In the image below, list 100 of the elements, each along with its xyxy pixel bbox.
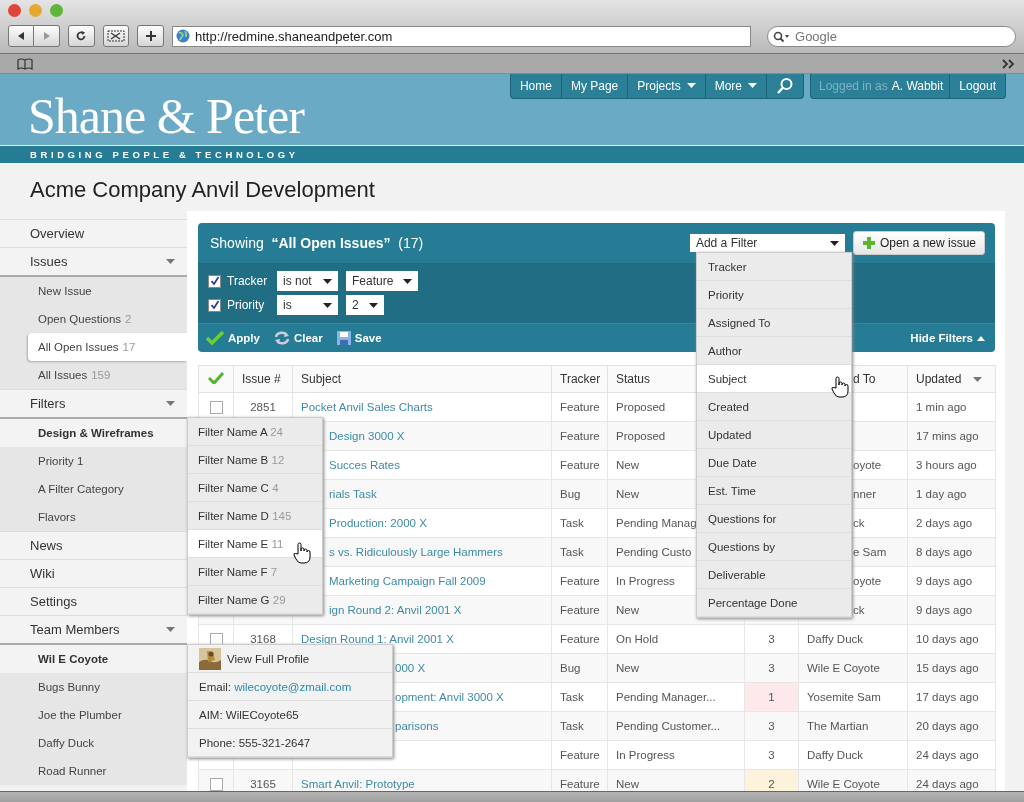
add-filter-menu-item[interactable]: Questions for	[697, 505, 851, 533]
table-cell: ck	[853, 604, 865, 616]
address-field[interactable]: http://redmine.shaneandpeter.com	[172, 25, 751, 47]
sidebar-subitem[interactable]: All Issues 159	[0, 361, 187, 389]
table-cell: 3165	[250, 778, 276, 790]
sidebar-subitem[interactable]: Wil E Coyote	[0, 645, 187, 673]
issue-link[interactable]: Production: 2000 X	[329, 517, 427, 529]
arrow-left-icon	[16, 31, 26, 41]
add-filter-menu-item[interactable]: Updated	[697, 421, 851, 449]
scissors-icon	[107, 30, 125, 42]
sidebar-subitem[interactable]: New Issue	[0, 277, 187, 305]
action-link[interactable]: Save	[336, 331, 382, 345]
table-cell: 2851	[250, 401, 276, 413]
table-cell: Yosemite Sam	[807, 691, 881, 703]
add-bookmark-button[interactable]	[137, 25, 164, 47]
table-cell: Daffy Duck	[807, 749, 864, 761]
checkbox[interactable]	[208, 274, 221, 288]
sidebar-subitem[interactable]: A Filter Category	[0, 475, 187, 503]
table-cell: 3	[768, 633, 775, 645]
issue-link[interactable]: opment: Anvil 3000 X	[395, 691, 504, 703]
operator-select[interactable]: is not	[277, 271, 338, 291]
email-link[interactable]: wilecoyote@zmail.com	[234, 680, 352, 693]
table-cell: Task	[560, 691, 584, 703]
filter-menu-item[interactable]: Filter Name A 24	[188, 418, 322, 446]
filter-label: Tracker	[227, 274, 269, 288]
add-filter-menu-item[interactable]: Tracker	[697, 253, 851, 281]
check-icon[interactable]	[208, 372, 224, 384]
add-filter-menu-item[interactable]: Due Date	[697, 449, 851, 477]
table-cell: 20 days ago	[916, 720, 979, 732]
nav-link[interactable]: Home	[510, 74, 562, 98]
checkbox[interactable]	[209, 400, 223, 414]
issue-link[interactable]: parisons	[395, 720, 439, 732]
table-cell: Pending Customer...	[616, 720, 721, 732]
issue-link[interactable]: Design 3000 X	[329, 430, 405, 442]
sidebar-subitem[interactable]: Open Questions 2	[0, 305, 187, 333]
view-profile-link[interactable]: View Full Profile	[227, 652, 310, 665]
issue-link[interactable]: 000 X	[395, 662, 426, 674]
sidebar-subitem[interactable]: Flavors	[0, 503, 187, 531]
table-cell: 24 days ago	[916, 749, 979, 761]
filter-menu-item[interactable]: Filter Name E 11	[188, 530, 322, 558]
add-filter-menu-item[interactable]: Assigned To	[697, 309, 851, 337]
value-select[interactable]: Feature	[346, 271, 419, 291]
nav-link[interactable]: My Page	[561, 74, 629, 98]
logout-link[interactable]: Logout	[950, 74, 1005, 98]
new-issue-button[interactable]: Open a new issue	[852, 231, 985, 255]
search-field[interactable]: Google	[767, 25, 1016, 47]
overflow-chevron-icon[interactable]	[1002, 58, 1016, 69]
action-link[interactable]: Clear	[273, 331, 323, 345]
filter-menu-item[interactable]: Filter Name C 4	[188, 474, 322, 502]
column-header[interactable]: d To	[853, 372, 876, 386]
sidebar-subitem[interactable]: Design & Wireframes	[0, 419, 187, 447]
add-filter-menu-item[interactable]: Percentage Done	[697, 589, 851, 617]
operator-select[interactable]: is	[277, 295, 338, 315]
snip-button[interactable]	[102, 25, 130, 47]
action-link[interactable]: Apply	[206, 331, 260, 345]
sidebar-subitem[interactable]: Bugs Bunny	[0, 673, 187, 701]
table-cell: 3	[768, 662, 775, 674]
table-cell: Proposed	[616, 401, 666, 413]
hide-filters-link[interactable]: Hide Filters	[910, 332, 985, 344]
add-filter-menu-item[interactable]: Questions by	[697, 533, 851, 561]
sidebar-subitem[interactable]: Daffy Duck	[0, 729, 187, 757]
checkbox[interactable]	[209, 777, 223, 791]
table-cell: ck	[853, 517, 865, 529]
column-header[interactable]: Status	[616, 372, 651, 386]
nav-link[interactable]: Projects	[628, 74, 706, 98]
column-header[interactable]: Subject	[301, 372, 342, 386]
nav-link[interactable]: More	[705, 74, 767, 98]
table-cell: New	[616, 662, 639, 674]
table-cell: 9 days ago	[916, 604, 973, 616]
table-cell: Wile E Coyote	[807, 662, 880, 674]
issue-link[interactable]: Succes Rates	[329, 459, 400, 471]
table-cell: 3	[768, 720, 775, 732]
reload-button[interactable]	[68, 25, 95, 47]
table-cell: Feature	[560, 430, 600, 442]
phone-line: Phone: 555-321-2647	[199, 736, 311, 749]
filter-menu-item[interactable]: Filter Name B 12	[188, 446, 322, 474]
add-filter-menu-item[interactable]: Priority	[697, 281, 851, 309]
add-filter-menu-item[interactable]: Deliverable	[697, 561, 851, 589]
close-button[interactable]	[8, 4, 21, 17]
sidebar-subitem[interactable]: All Open Issues 17	[28, 333, 187, 361]
table-cell: In Progress	[616, 749, 675, 761]
add-filter-menu-item[interactable]: Subject	[697, 365, 851, 393]
table-cell: 8 days ago	[916, 546, 973, 558]
add-filter-select[interactable]: Add a Filter	[689, 234, 845, 252]
sidebar-subitem[interactable]: Road Runner	[0, 757, 187, 785]
table-cell: 17 days ago	[916, 691, 979, 703]
sidebar-subitem[interactable]: Priority 1	[0, 447, 187, 475]
user-link[interactable]: A. Wabbit	[891, 79, 944, 93]
email-line: Email: wilecoyote@zmail.com	[199, 680, 352, 693]
forward-button[interactable]	[34, 25, 60, 47]
issue-link[interactable]: rials Task	[329, 488, 377, 500]
value-select[interactable]: 2	[346, 295, 384, 315]
checkbox[interactable]	[208, 298, 221, 312]
add-filter-menu-item[interactable]: Est. Time	[697, 477, 851, 505]
query-heading: Showing “All Open Issues” (17)	[210, 235, 424, 251]
sidebar-subitem[interactable]: Joe the Plumber	[0, 701, 187, 729]
back-button[interactable]	[8, 25, 34, 47]
filter-menu-item[interactable]: Filter Name G 29	[188, 586, 322, 614]
bookmarks-icon[interactable]	[17, 57, 33, 70]
table-cell: oyote	[853, 575, 882, 587]
